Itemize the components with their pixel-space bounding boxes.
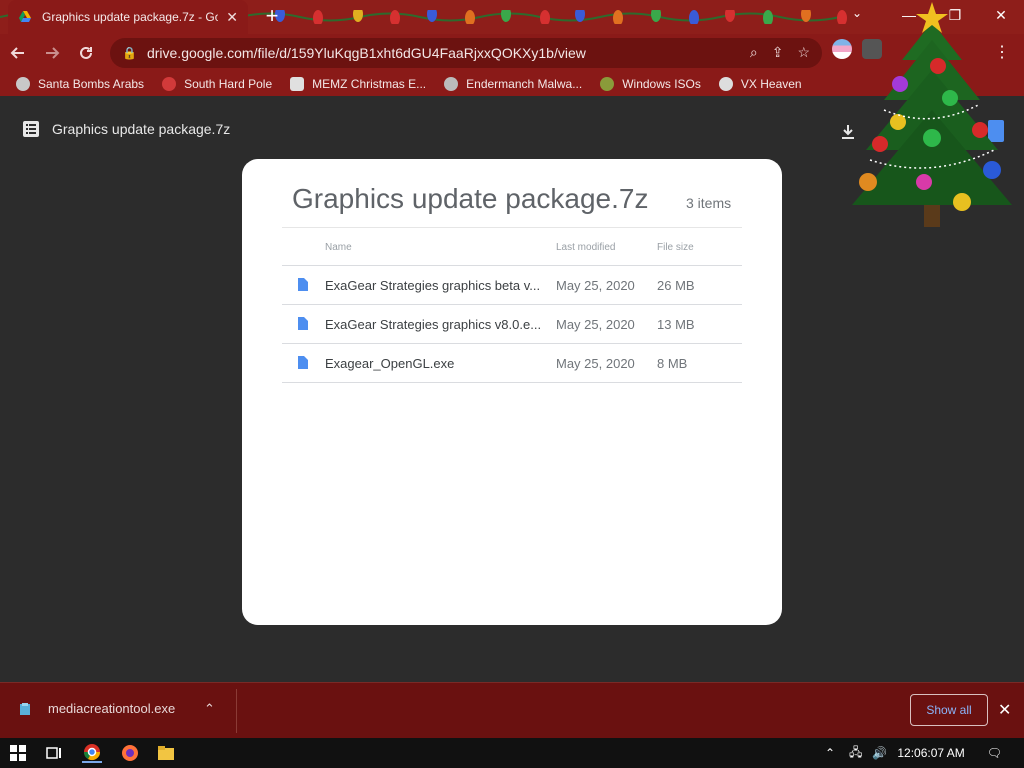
viewer-header: Graphics update package.7z (22, 120, 230, 138)
windows-taskbar: ⌃ 🖧 🔊 12:06:07 AM 🗨 (0, 738, 1024, 768)
screen: Graphics update package.7z - Go ✕ + ⌄ — … (0, 0, 1024, 768)
forward-button[interactable] (36, 37, 68, 69)
download-item[interactable]: mediacreationtool.exe (18, 701, 175, 716)
lock-icon[interactable]: 🔒 (122, 46, 137, 60)
firefox-taskbar-icon[interactable] (120, 743, 140, 763)
reload-button[interactable] (70, 37, 102, 69)
task-view-icon[interactable] (44, 743, 64, 763)
back-button[interactable] (2, 37, 34, 69)
close-shelf-icon[interactable]: ✕ (998, 700, 1011, 720)
column-header-size[interactable]: File size (657, 242, 694, 253)
clock[interactable]: 12:06:07 AM (897, 746, 964, 760)
file-icon (298, 356, 308, 369)
bookmark-label: Windows ISOs (622, 77, 701, 91)
shelf-divider (236, 689, 237, 733)
bookmark-endermanch-malware[interactable]: Endermanch Malwa... (444, 77, 582, 91)
bookmark-memz-christmas[interactable]: MEMZ Christmas E... (290, 77, 426, 91)
url-text: drive.google.com/file/d/159YluKqgB1xht6d… (146, 45, 586, 61)
file-size: 13 MB (657, 317, 695, 332)
chevron-up-tray-icon[interactable]: ⌃ (825, 746, 835, 760)
column-header-name[interactable]: Name (325, 242, 352, 253)
column-header-modified[interactable]: Last modified (556, 242, 615, 253)
bookmark-label: Endermanch Malwa... (466, 77, 583, 91)
tab-title: Graphics update package.7z - Go (42, 10, 219, 24)
address-bar[interactable]: 🔒 drive.google.com/file/d/159YluKqgB1xht… (110, 38, 822, 68)
file-name: ExaGear Strategies graphics beta v... (325, 278, 541, 293)
back-arrow-icon (10, 47, 24, 59)
archive-list-icon (23, 121, 39, 137)
zoom-search-icon[interactable]: ⌕ (750, 44, 758, 61)
file-name: ExaGear Strategies graphics v8.0.e... (325, 317, 542, 332)
chevron-up-icon[interactable]: ⌃ (204, 701, 215, 717)
file-size: 8 MB (657, 356, 688, 371)
chrome-taskbar-icon[interactable] (82, 743, 102, 763)
item-count: 3 items (686, 195, 732, 211)
santa-icon (16, 77, 30, 91)
forward-arrow-icon (46, 47, 60, 59)
windows-start-icon[interactable] (8, 743, 28, 763)
new-tab-button[interactable]: + (262, 5, 282, 27)
bookmark-label: VX Heaven (740, 77, 802, 91)
omnibox-actions: ⌕ ⇪ ☆ (750, 44, 810, 61)
table-header: Name Last modified File size (282, 227, 742, 266)
viewer-file-title: Graphics update package.7z (52, 121, 231, 137)
file-icon (298, 278, 308, 291)
table-row[interactable]: Exagear_OpenGL.exe May 25, 2020 8 MB (282, 344, 742, 383)
system-tray: ⌃ 🖧 🔊 12:06:07 AM 🗨 (825, 738, 1024, 768)
table-row[interactable]: ExaGear Strategies graphics v8.0.e... Ma… (282, 305, 742, 344)
show-all-button[interactable]: Show all (910, 694, 988, 726)
tab-close-icon[interactable]: ✕ (226, 9, 238, 26)
bookmark-santa-bombs-arabs[interactable]: Santa Bombs Arabs (16, 77, 144, 91)
virus-icon (162, 77, 177, 91)
grinch-icon (600, 77, 615, 91)
notification-icon[interactable]: 🗨 (987, 746, 1002, 760)
file-modified: May 25, 2020 (556, 356, 635, 371)
bookmark-star-icon[interactable]: ☆ (797, 44, 810, 61)
file-modified: May 25, 2020 (556, 278, 635, 293)
bookmark-label: South Hard Pole (184, 77, 273, 91)
archive-card: Graphics update package.7z 3 items Name … (242, 159, 782, 625)
reload-icon (80, 46, 92, 59)
bookmark-vx-heaven[interactable]: VX Heaven (718, 77, 802, 91)
christmas-tree-decoration (852, 2, 1012, 227)
archive-title: Graphics update package.7z (292, 183, 649, 214)
network-icon[interactable]: 🖧 (849, 743, 862, 764)
file-table: Name Last modified File size ExaGear Str… (282, 227, 742, 383)
exe-file-icon (20, 702, 30, 715)
page-icon (290, 77, 305, 91)
endermanch-icon (444, 77, 459, 91)
bookmark-label: Santa Bombs Arabs (38, 77, 145, 91)
volume-icon[interactable]: 🔊 (872, 746, 887, 760)
file-modified: May 25, 2020 (556, 317, 635, 332)
bookmark-windows-isos[interactable]: Windows ISOs (600, 77, 701, 91)
bookmark-label: MEMZ Christmas E... (312, 77, 427, 91)
bookmark-south-hard-pole[interactable]: South Hard Pole (162, 77, 272, 91)
google-drive-icon (19, 11, 31, 22)
browser-tab[interactable]: Graphics update package.7z - Go ✕ (8, 0, 248, 34)
table-row[interactable]: ExaGear Strategies graphics beta v... Ma… (282, 266, 742, 305)
file-icon (298, 317, 308, 330)
file-name: Exagear_OpenGL.exe (325, 356, 455, 371)
download-file-name: mediacreationtool.exe (48, 701, 176, 716)
download-shelf: mediacreationtool.exe ⌃ Show all ✕ (0, 682, 1024, 738)
file-size: 26 MB (657, 278, 695, 293)
file-explorer-taskbar-icon[interactable] (156, 743, 176, 763)
share-icon[interactable]: ⇪ (772, 44, 784, 61)
vx-heaven-icon (718, 77, 733, 91)
